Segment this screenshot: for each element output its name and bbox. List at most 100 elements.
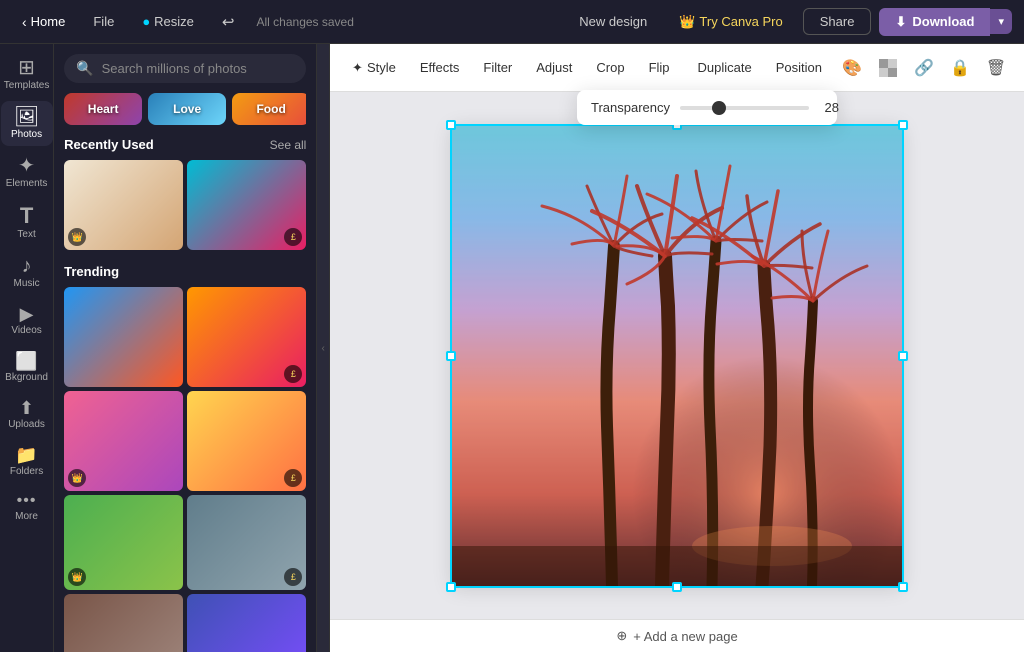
crown-icon: 👑 [679,14,695,30]
download-button[interactable]: ⬇ Download [879,8,990,36]
panel-collapse-handle[interactable]: ‹ [317,44,330,652]
download-dropdown-button[interactable]: ▾ [990,9,1012,34]
canvas-workspace: ↻ [330,92,1024,619]
new-design-button[interactable]: New design [567,10,659,33]
sidebar-item-elements[interactable]: ✦ Elements [1,150,53,195]
duplicate-button[interactable]: Duplicate [688,56,762,79]
crop-button[interactable]: Crop [586,56,634,79]
elements-icon: ✦ [18,156,35,176]
collapse-icon: ‹ [322,343,325,354]
add-page-bar[interactable]: ⊕ + Add a new page [330,619,1024,652]
sidebar-item-music[interactable]: ♪ Music [1,250,53,295]
save-status: All changes saved [257,15,354,29]
category-food[interactable]: Food [232,93,306,125]
category-row: Heart Love Food › [64,93,306,125]
transparency-popup: Transparency 28 [577,90,837,125]
download-icon: ⬇ [895,14,906,30]
list-item[interactable] [64,287,183,387]
add-page-label: + Add a new page [633,629,737,644]
see-all-link[interactable]: See all [270,138,307,152]
list-item[interactable]: £ [187,594,306,652]
text-icon: T [20,205,33,227]
position-button[interactable]: Position [766,56,832,79]
resize-handle-tr[interactable] [898,120,908,130]
resize-handle-ml[interactable] [446,351,456,361]
uploads-icon: ⬆ [19,399,34,417]
category-love[interactable]: Love [148,93,226,125]
list-item[interactable]: £ [187,160,306,250]
download-group: ⬇ Download ▾ [879,8,1012,36]
videos-icon: ▶ [20,305,34,323]
photos-icon: 🖼 [14,107,39,127]
sidebar-item-videos[interactable]: ▶ Videos [1,299,53,342]
flip-button[interactable]: Flip [639,56,680,79]
transparency-slider[interactable] [680,106,809,110]
sidebar-item-text[interactable]: T Text [1,199,53,246]
resize-handle-bl[interactable] [446,582,456,592]
photos-panel: 🔍 Heart Love Food › Re [54,44,317,652]
canvas-frame[interactable]: ↻ [452,126,902,586]
resize-handle-bm[interactable] [672,582,682,592]
share-button[interactable]: Share [803,8,872,35]
effects-button[interactable]: Effects [410,56,470,79]
sidebar-item-uploads[interactable]: ⬆ Uploads [1,393,53,436]
chevron-left-icon: ‹ [22,14,27,30]
templates-icon: ⊞ [18,58,35,78]
try-pro-button[interactable]: 👑 Try Canva Pro [667,10,795,34]
list-item[interactable]: 👑 [64,495,183,590]
style-button[interactable]: ✦ Style [342,56,406,80]
sidebar-item-templates[interactable]: ⊞ Templates [1,52,53,97]
search-input[interactable] [102,61,295,76]
category-love-label: Love [173,102,201,116]
filter-button[interactable]: Filter [473,56,522,79]
canvas-area: ✦ Style Effects Filter Adjust Crop Flip … [330,44,1024,652]
list-item[interactable]: 👑 [64,594,183,652]
trending-header: Trending [64,264,306,279]
resize-dot-icon: ● [142,14,150,29]
list-item[interactable]: £ [187,495,306,590]
sidebar-item-photos[interactable]: 🖼 Photos [1,101,53,146]
undo-icon: ↩ [222,13,235,31]
pro-badge: £ [284,469,302,487]
toolbar: ✦ Style Effects Filter Adjust Crop Flip … [330,44,1024,92]
resize-handle-tl[interactable] [446,120,456,130]
resize-button[interactable]: ● Resize [132,10,204,33]
crown-badge: 👑 [68,228,86,246]
list-item[interactable]: 👑 [64,160,183,250]
pro-badge: £ [284,568,302,586]
adjust-button[interactable]: Adjust [526,56,582,79]
category-heart[interactable]: Heart [64,93,142,125]
delete-button[interactable]: 🗑 [980,52,1012,84]
paint-icon: 🎨 [842,58,862,78]
home-button[interactable]: ‹ Home [12,10,75,34]
paint-icon-button[interactable]: 🎨 [836,52,868,84]
resize-handle-mr[interactable] [898,351,908,361]
lock-button[interactable]: 🔒 [944,52,976,84]
sidebar-item-more[interactable]: ••• More [1,487,53,528]
list-item[interactable]: £ [187,287,306,387]
lock-icon: 🔒 [950,58,970,78]
sidebar-item-background[interactable]: ⬜ Bkground [1,346,53,389]
link-button[interactable]: 🔗 [908,52,940,84]
search-icon: 🔍 [76,60,93,77]
sidebar-item-folders[interactable]: 📁 Folders [1,440,53,483]
trending-grid: £ 👑 £ 👑 £ 👑 £ [64,287,306,652]
undo-button[interactable]: ↩ [212,9,245,35]
more-icon: ••• [17,493,37,509]
recently-used-header: Recently Used See all [64,137,306,152]
palm-tree-svg [452,126,902,586]
resize-handle-br[interactable] [898,582,908,592]
list-item[interactable]: £ [187,391,306,491]
recently-used-grid: 👑 £ [64,160,306,250]
folders-icon: 📁 [15,446,37,464]
file-button[interactable]: File [83,10,124,33]
checkerboard-button[interactable] [872,52,904,84]
canvas-background [452,126,902,586]
list-item[interactable]: 👑 [64,391,183,491]
crown-badge: 👑 [68,568,86,586]
music-icon: ♪ [22,256,32,276]
trending-title: Trending [64,264,119,279]
pro-badge: £ [284,365,302,383]
pro-badge: £ [284,228,302,246]
style-icon: ✦ [352,60,363,76]
